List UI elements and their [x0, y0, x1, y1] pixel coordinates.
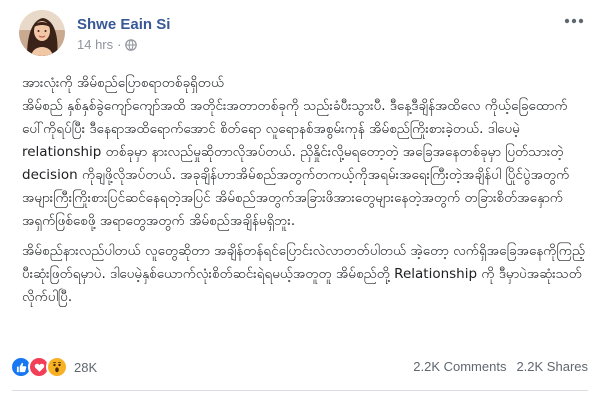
post-header: Shwe Eain Si 14 hrs ·	[19, 10, 170, 56]
author-block: Shwe Eain Si 14 hrs ·	[77, 10, 170, 53]
post-paragraph-1: အားလုံးကို အိမ်စည်ပြောစရာတစ်ခုရှိတယ် အိမ…	[22, 75, 570, 229]
engagement-counts: 2.2K Comments 2.2K Shares	[413, 359, 588, 374]
post-meta: 14 hrs ·	[77, 37, 170, 53]
facebook-post: Shwe Eain Si 14 hrs · အားလုံးကို အိမ်စည်…	[0, 0, 600, 405]
reactions-summary[interactable]: 28K	[10, 356, 97, 378]
reaction-count: 28K	[74, 359, 98, 375]
globe-icon[interactable]	[125, 39, 138, 51]
post-timestamp[interactable]: 14 hrs	[77, 37, 113, 53]
author-avatar[interactable]	[19, 10, 65, 56]
post-body: အားလုံးကို အိမ်စည်ပြောစရာတစ်ခုရှိတယ် အိမ…	[22, 72, 588, 316]
post-paragraph-2: အိမ်စည်နားလည်ပါတယ် လူတွေဆိုတာ အချိန်တန်ရ…	[22, 243, 586, 305]
avatar-photo	[19, 10, 65, 56]
comments-count-link[interactable]: 2.2K Comments	[413, 359, 506, 374]
shares-count-link[interactable]: 2.2K Shares	[516, 359, 588, 374]
wow-icon	[46, 356, 68, 378]
post-stats-bar: 28K 2.2K Comments 2.2K Shares	[0, 352, 600, 380]
stats-divider	[12, 390, 588, 391]
meta-separator: ·	[117, 37, 122, 52]
author-name-link[interactable]: Shwe Eain Si	[77, 16, 170, 34]
more-options-button[interactable]	[562, 12, 586, 30]
more-dots-icon	[564, 18, 584, 24]
